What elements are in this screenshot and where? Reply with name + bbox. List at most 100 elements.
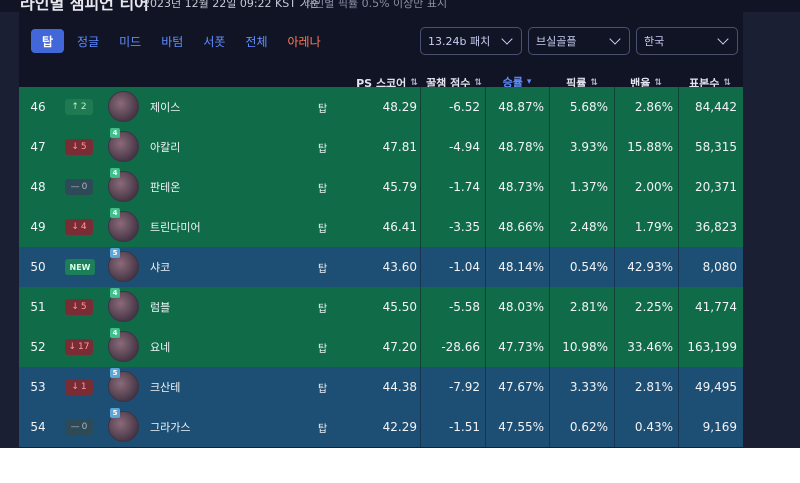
ps-score: 46.41 <box>382 220 417 234</box>
pick-rate: 0.62% <box>569 420 608 434</box>
sort-icon: ⇅ <box>654 77 662 88</box>
column-divider <box>614 327 615 367</box>
tab-all[interactable]: 전체 <box>238 29 274 53</box>
champion-name[interactable]: 샤코 <box>150 247 170 287</box>
table-row[interactable]: 47 ↓ 5 4 아칼리 탑 47.81 -4.94 48.78% 3.93% 15.88% 58,3… <box>19 127 743 167</box>
column-divider <box>549 87 550 127</box>
column-divider <box>678 167 679 207</box>
table-row[interactable]: 52 ↓ 17 4 요네 탑 47.20 -28.66 47.73% 10.98% 33.46% 16… <box>19 327 743 367</box>
champion-name[interactable]: 아칼리 <box>150 127 180 167</box>
champion-name[interactable]: 럼블 <box>150 287 170 327</box>
position: 탑 <box>318 423 328 435</box>
column-divider <box>485 87 486 127</box>
tier-select-value: 브실골플 <box>536 35 577 48</box>
pick-rate: 2.81% <box>569 300 608 314</box>
ban-rate: 15.88% <box>627 140 673 154</box>
win-rate: 48.87% <box>498 100 544 114</box>
rank-change-badge: ↓ 17 <box>65 339 93 355</box>
ban-rate: 1.79% <box>634 220 673 234</box>
chevron-down-icon <box>717 33 729 45</box>
rank: 50 <box>30 260 46 274</box>
table-row[interactable]: 48 —0 4 판테온 탑 45.79 -1.74 48.73% 1.37% 2.00% 20,37… <box>19 167 743 207</box>
page-title: 라인별 챔피언 티어 <box>20 0 149 12</box>
column-divider <box>420 247 421 287</box>
column-divider <box>420 327 421 367</box>
pick-rate: 10.98% <box>562 340 608 354</box>
column-divider <box>485 167 486 207</box>
column-divider <box>549 127 550 167</box>
rank-change-badge: ↓ 5 <box>65 299 93 315</box>
tab-bottom[interactable]: 바텀 <box>154 29 190 53</box>
table-row[interactable]: 53 ↓ 1 5 크산테 탑 44.38 -7.92 47.67% 3.33% 2.81% 49,49… <box>19 367 743 407</box>
sample-size: 58,315 <box>695 140 737 154</box>
position: 탑 <box>318 183 328 195</box>
column-divider <box>485 127 486 167</box>
column-divider <box>678 287 679 327</box>
tier-badge: 4 <box>110 328 120 338</box>
column-divider <box>549 367 550 407</box>
pick-rate: 2.48% <box>569 220 608 234</box>
rank: 46 <box>30 100 46 114</box>
table-row[interactable]: 46 ↑ 2 제이스 탑 48.29 -6.52 48.87% 5.68% 2.86% 84,442 <box>19 87 743 127</box>
rank-change-icon: ↓ <box>71 302 79 312</box>
column-divider <box>420 87 421 127</box>
table-row[interactable]: 51 ↓ 5 4 럼블 탑 45.50 -5.58 48.03% 2.81% 2.25% 41,774 <box>19 287 743 327</box>
column-divider <box>614 367 615 407</box>
tier-badge: 5 <box>110 408 120 418</box>
patch-select[interactable]: 13.24b 패치 <box>420 27 522 55</box>
column-divider <box>420 367 421 407</box>
rank: 49 <box>30 220 46 234</box>
position: 탑 <box>318 343 328 355</box>
tab-mid[interactable]: 미드 <box>112 29 148 53</box>
tier-badge: 4 <box>110 208 120 218</box>
pick-rate: 1.37% <box>569 180 608 194</box>
column-divider <box>678 127 679 167</box>
win-rate: 48.66% <box>498 220 544 234</box>
column-divider <box>678 207 679 247</box>
tab-support[interactable]: 서폿 <box>196 29 232 53</box>
tier-select[interactable]: 브실골플 <box>528 27 630 55</box>
tab-arena[interactable]: 아레나 <box>281 29 328 53</box>
rank-change-icon: ↑ <box>71 102 79 112</box>
champion-name[interactable]: 그라가스 <box>150 407 190 447</box>
column-divider <box>549 407 550 447</box>
win-rate: 48.73% <box>498 180 544 194</box>
rank-change-icon: — <box>70 422 80 432</box>
column-divider <box>678 87 679 127</box>
honey-score: -1.04 <box>448 260 480 274</box>
sort-icon: ⇅ <box>474 77 482 88</box>
tab-top[interactable]: 탑 <box>31 29 65 53</box>
champion-name[interactable]: 트린다미어 <box>150 207 201 247</box>
champion-name[interactable]: 제이스 <box>150 87 180 127</box>
ps-score: 48.29 <box>382 100 417 114</box>
region-select[interactable]: 한국 <box>636 27 738 55</box>
rank: 54 <box>30 420 46 434</box>
column-divider <box>420 127 421 167</box>
champion-name[interactable]: 요네 <box>150 327 170 367</box>
tier-badge: 5 <box>110 368 120 378</box>
rank-change-badge: ↓ 4 <box>65 219 93 235</box>
ps-score: 42.29 <box>382 420 417 434</box>
sample-size: 20,371 <box>695 180 737 194</box>
column-divider <box>614 287 615 327</box>
ban-rate: 2.81% <box>634 380 673 394</box>
ban-rate: 0.43% <box>634 420 673 434</box>
rank-change-badge: ↓ 1 <box>65 379 93 395</box>
column-divider <box>485 207 486 247</box>
column-divider <box>614 127 615 167</box>
column-divider <box>485 367 486 407</box>
sort-icon: ⇅ <box>410 77 418 88</box>
champion-name[interactable]: 크산테 <box>150 367 180 407</box>
column-divider <box>485 287 486 327</box>
position: 탑 <box>318 103 328 115</box>
ps-score: 43.60 <box>382 260 417 274</box>
table-row[interactable]: 49 ↓ 4 4 트린다미어 탑 46.41 -3.35 48.66% 2.48% 1.79% 36,… <box>19 207 743 247</box>
table-row[interactable]: 54 —0 5 그라가스 탑 42.29 -1.51 47.55% 0.62% 0.43% 9,16… <box>19 407 743 447</box>
table-row[interactable]: 50 NEW 5 샤코 탑 43.60 -1.04 48.14% 0.54% 42.93% 8,08… <box>19 247 743 287</box>
tab-jungle[interactable]: 정글 <box>70 29 106 53</box>
column-divider <box>420 287 421 327</box>
ban-rate: 2.25% <box>634 300 673 314</box>
win-rate: 47.73% <box>498 340 544 354</box>
pick-rate: 3.33% <box>569 380 608 394</box>
champion-name[interactable]: 판테온 <box>150 167 180 207</box>
